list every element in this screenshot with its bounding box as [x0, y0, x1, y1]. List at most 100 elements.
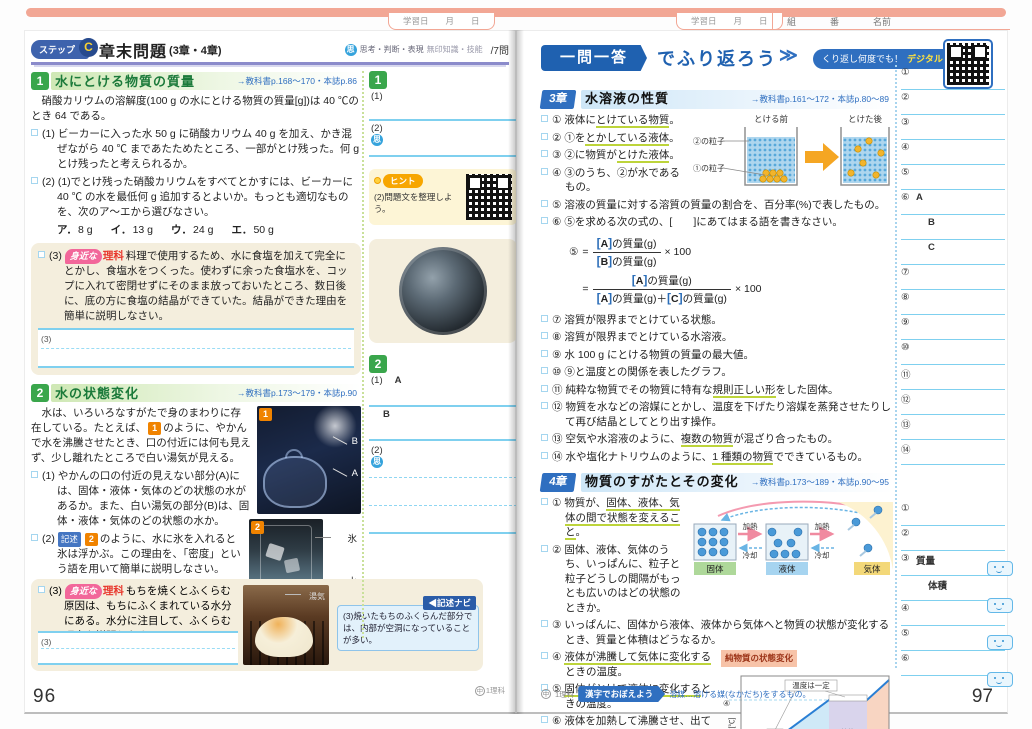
checkbox[interactable] — [541, 452, 548, 459]
choice-value: 24 g — [193, 224, 213, 236]
checkbox[interactable] — [541, 367, 548, 374]
section2-ref: →教科書p.173～179・本誌p.90 — [237, 386, 357, 401]
question-label: (3) — [49, 585, 62, 597]
answer-number: ① — [901, 503, 914, 525]
question-text: 固体、液体、気体のうち、いっぱんに、粒子と粒子どうしの間隔がもっとも広いのはどの… — [564, 544, 680, 614]
question-number: ③ — [552, 619, 561, 631]
answer-row-1-1: (1) — [369, 89, 517, 121]
dissolving-diagram: とける前 とけた後 ②の粒子 ①の粒子 — [693, 113, 893, 193]
checkbox[interactable] — [541, 168, 548, 175]
svg-text:加熱: 加熱 — [743, 521, 758, 531]
checkbox[interactable] — [541, 385, 548, 392]
written-answer-badge: 記述 — [58, 532, 81, 547]
choice-value: 13 g — [133, 224, 153, 236]
hint-qr-code[interactable] — [466, 174, 512, 220]
choice-option: ア．8 g — [57, 223, 93, 238]
question-text: 。 — [576, 526, 587, 538]
question-text: 水や塩化ナトリウムのように、 — [566, 451, 713, 463]
checkbox[interactable] — [541, 350, 548, 357]
label-line — [285, 594, 301, 595]
question-text: 。 — [669, 132, 680, 144]
state-change-diagram: 固体 液体 気体 加 — [688, 496, 893, 588]
section1-intro: 硝酸カリウムの溶解度(100 g の水にとける物質の質量[g])は 40 ℃のと… — [31, 94, 361, 124]
mochi-shape — [255, 617, 313, 657]
sticker-tab[interactable] — [987, 598, 1013, 613]
grade-circle: 中 — [541, 689, 551, 699]
right-main-column: 3章 水溶液の性質 →教科書p.161～172・本誌p.80～89 とける前 と… — [541, 89, 893, 729]
answer-sublabel: 体積 — [928, 578, 947, 600]
question-item: ⑧溶質が限界までとけている水溶液。 — [541, 330, 893, 345]
question-number: ① — [552, 114, 561, 126]
checkbox[interactable] — [541, 115, 548, 122]
chapter4-badge: 4章 — [540, 473, 577, 492]
question-text: 液体を加熱して沸騰させ、出てきた気体を冷やして再び液体として集める方法。 — [564, 715, 711, 729]
checkbox[interactable] — [541, 545, 548, 552]
left-answer-column: 1 (1) (2)思 ヒント (2)問題文を整理しよう。 2 (1)A B (2… — [369, 71, 517, 534]
checkbox[interactable] — [541, 620, 548, 627]
question-text-underlined: 1 種類の物質 — [712, 451, 773, 465]
question-number: ⑫ — [552, 401, 563, 413]
left-page-header: ステップC 章末問題 (3章・4章) 思 思考・判断・表現 無印知識・技能 /7… — [31, 37, 509, 65]
checkbox[interactable] — [31, 129, 38, 136]
section2-body: 1 B A 水は、いろいろなすがたで身のまわりに存在している。たとえば、1のよう… — [31, 406, 361, 607]
choice-key: ウ． — [171, 224, 192, 236]
checkbox[interactable] — [541, 402, 548, 409]
question-text: 空気や水溶液のように、 — [566, 433, 681, 445]
checkbox[interactable] — [541, 217, 548, 224]
checkbox[interactable] — [541, 716, 548, 723]
checkbox[interactable] — [541, 200, 548, 207]
choice-key: エ． — [231, 224, 252, 236]
question-text: 溶質が限界までとけている水溶液。 — [564, 331, 732, 343]
checkbox[interactable] — [31, 534, 38, 541]
steam-label: 湯気 — [309, 589, 325, 604]
everyday-science-badge: 身近な — [65, 249, 102, 264]
answer-row: ① — [901, 501, 1005, 526]
chapter4-questions-a: 固体 液体 気体 加 — [541, 496, 893, 650]
svg-text:液体: 液体 — [778, 564, 796, 574]
score-legend: 思 思考・判断・表現 無印知識・技能 — [345, 44, 483, 56]
checkbox[interactable] — [541, 133, 548, 140]
sticker-tab[interactable] — [987, 672, 1013, 687]
checkbox[interactable] — [541, 498, 548, 505]
question-number: ⑬ — [552, 433, 563, 445]
kanji-note: 溶媒…溶ける媒(なかだち)をするもの。 — [669, 689, 810, 700]
answer-number: ② — [901, 92, 914, 114]
checkbox[interactable] — [38, 586, 45, 593]
answer-box-2-3: (3) — [38, 631, 238, 665]
sticker-tab[interactable] — [987, 635, 1013, 650]
question-item: ⑨水 100 g にとける物質の質量の最大値。 — [541, 348, 893, 363]
checkbox[interactable] — [541, 150, 548, 157]
answer-sublabel: C — [928, 242, 935, 264]
checkbox[interactable] — [541, 332, 548, 339]
question-text: ②に物質が — [564, 149, 617, 161]
checkbox[interactable] — [541, 315, 548, 322]
chapter3-questions-b: ⑦溶質が限界までとけている状態。⑧溶質が限界までとけている水溶液。⑨水 100 … — [541, 313, 893, 468]
answer-row: ④ — [901, 140, 1005, 165]
answer-row: ⑨ — [901, 315, 1005, 340]
question-number: ② — [552, 544, 561, 556]
checkbox[interactable] — [541, 434, 548, 441]
question-number: ① — [552, 497, 561, 509]
kettle-photo: 1 B A — [257, 406, 361, 514]
svg-text:①の粒子: ①の粒子 — [693, 163, 725, 173]
checkbox[interactable] — [31, 471, 38, 478]
checkbox[interactable] — [38, 251, 45, 258]
question-item: ⑫物質を水などの溶媒にとかし、温度を下げたり溶媒を蒸発させたりして再び結晶として… — [541, 400, 893, 429]
photo-number-badge: 2 — [251, 521, 264, 534]
section2-bar: 2 水の状態変化 →教科書p.173～179・本誌p.90 — [31, 383, 361, 403]
label-a: A — [352, 466, 358, 481]
question-text-underlined: とけた液体 — [617, 149, 670, 163]
checkbox[interactable] — [541, 652, 548, 659]
checkbox[interactable] — [31, 177, 38, 184]
answer-number: ⑤ — [901, 628, 914, 650]
page-number-right: 97 — [972, 686, 993, 708]
writing-navi-tab: ◀記述ナビ — [423, 596, 476, 610]
question-text: 純粋な物質でその物質に特有な — [566, 384, 713, 396]
question-number: ④ — [552, 167, 561, 179]
answer-number: ⑪ — [901, 367, 914, 389]
answer-row: C — [901, 240, 1005, 265]
sticker-tab[interactable] — [987, 561, 1013, 576]
question-1-3-box: (3)身近な理科料理で使用するため、水に食塩を加えて完全にとかし、食塩水をつくっ… — [31, 243, 361, 375]
answer-section1-number: 1 — [369, 71, 387, 89]
question-item: ⑥⑤を求める次の式の、[ ]にあてはまる語を書きなさい。 — [541, 215, 893, 230]
